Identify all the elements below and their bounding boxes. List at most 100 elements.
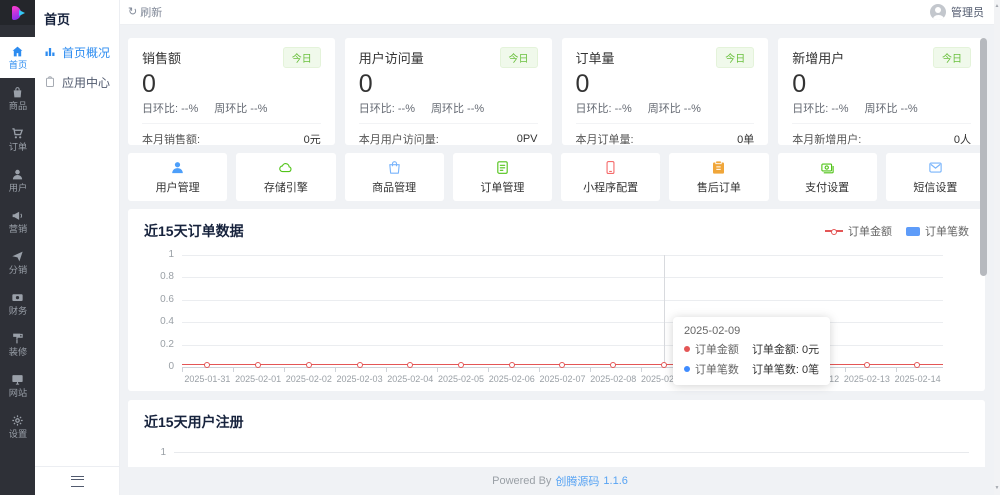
document-icon <box>495 160 510 175</box>
rail-item-finance[interactable]: 财务 <box>0 283 35 324</box>
bar-chart-icon <box>44 46 56 58</box>
footer-version: 1.1.6 <box>603 475 627 487</box>
line-series-marker-icon <box>825 230 843 232</box>
primary-nav: 首页 商品 订单 用户 营销 分销 财务 装修 <box>0 37 35 447</box>
x-tick: 2025-02-14 <box>892 374 943 384</box>
footer-link[interactable]: 创腾源码 <box>555 473 599 489</box>
stat-value: 0 <box>792 70 971 98</box>
quick-action-aftersale-orders[interactable]: 售后订单 <box>669 153 768 201</box>
content-scrollbar-thumb[interactable] <box>980 38 987 276</box>
chart-title: 近15天订单数据 <box>144 221 244 241</box>
today-badge: 今日 <box>716 47 754 68</box>
bag-icon <box>387 160 402 175</box>
x-tick: 2025-01-31 <box>182 374 233 384</box>
quick-action-order-management[interactable]: 订单管理 <box>453 153 552 201</box>
quick-action-label: 用户管理 <box>156 179 200 195</box>
goods-bag-icon <box>11 86 24 99</box>
rail-item-goods[interactable]: 商品 <box>0 78 35 119</box>
scroll-down-icon[interactable]: ▼ <box>994 486 1000 491</box>
cloud-icon <box>278 160 293 175</box>
refresh-label: 刷新 <box>140 4 162 20</box>
stat-value: 0 <box>142 70 321 98</box>
main-content: 销售额今日 0 日环比: --%周环比 --% 本月销售额:0元 用户访问量今日… <box>120 25 1000 467</box>
rail-item-decorate[interactable]: 装修 <box>0 324 35 365</box>
users-chart-card: 近15天用户注册 1 <box>128 400 985 467</box>
stat-value: 0 <box>576 70 755 98</box>
x-tick: 2025-02-06 <box>486 374 537 384</box>
collapse-menu-icon <box>71 476 84 487</box>
chart-tooltip: 2025-02-09 订单金额 订单金额: 0元 订单笔数 订单笔数: 0笔 <box>673 317 830 385</box>
window-scrollbar[interactable]: ▲ ▼ <box>994 0 1000 495</box>
quick-action-goods-management[interactable]: 商品管理 <box>345 153 444 201</box>
rail-item-orders[interactable]: 订单 <box>0 119 35 160</box>
rail-item-website[interactable]: 网站 <box>0 365 35 406</box>
quick-action-label: 支付设置 <box>805 179 849 195</box>
quick-action-miniprogram-config[interactable]: 小程序配置 <box>561 153 660 201</box>
rail-item-settings[interactable]: 设置 <box>0 406 35 447</box>
app-logo[interactable] <box>0 0 35 25</box>
bar-series-marker-icon <box>906 227 920 236</box>
legend-order-amount[interactable]: 订单金额 <box>825 223 892 239</box>
stat-title: 销售额 <box>142 48 181 67</box>
tooltip-series-value: 订单笔数: 0笔 <box>752 361 819 377</box>
x-tick: 2025-02-02 <box>283 374 334 384</box>
rail-item-distribution[interactable]: 分销 <box>0 242 35 283</box>
sidebar-collapse-button[interactable] <box>35 466 119 495</box>
stat-card-sales: 销售额今日 0 日环比: --%周环比 --% 本月销售额:0元 <box>128 38 335 145</box>
scroll-up-icon[interactable]: ▲ <box>994 4 1000 9</box>
legend-order-count[interactable]: 订单笔数 <box>906 223 969 239</box>
settings-gear-icon <box>11 414 24 427</box>
tooltip-series-name: 订单笔数 <box>695 361 739 377</box>
quick-action-label: 订单管理 <box>480 179 524 195</box>
month-label: 本月用户访问量: <box>359 131 439 146</box>
quick-action-payment-settings[interactable]: 支付设置 <box>778 153 877 201</box>
user-menu[interactable]: 管理员 <box>930 4 984 20</box>
x-tick: 2025-02-08 <box>588 374 639 384</box>
y-tick: 0.8 <box>144 271 174 282</box>
today-badge: 今日 <box>283 47 321 68</box>
secondary-sidebar: 首页 首页概况 应用中心 <box>35 0 120 495</box>
day-ratio: 日环比: --% <box>142 100 198 116</box>
rail-label: 用户 <box>8 183 26 193</box>
rail-label: 订单 <box>8 142 26 152</box>
clipboard-icon <box>711 160 726 175</box>
refresh-icon: ↻ <box>128 7 137 18</box>
series-dot-icon <box>684 366 690 372</box>
chart-title: 近15天用户注册 <box>144 412 969 432</box>
month-label: 本月订单量: <box>576 131 634 146</box>
y-tick: 1 <box>144 249 174 260</box>
rail-item-home[interactable]: 首页 <box>0 37 35 78</box>
pay-icon <box>820 160 835 175</box>
submenu-label: 应用中心 <box>62 74 110 91</box>
quick-action-label: 存储引擎 <box>264 179 308 195</box>
rail-item-marketing[interactable]: 营销 <box>0 201 35 242</box>
series-dot-icon <box>684 346 690 352</box>
user-icon <box>170 160 185 175</box>
avatar <box>930 4 946 20</box>
submenu-item-overview[interactable]: 首页概况 <box>35 37 119 67</box>
today-badge: 今日 <box>933 47 971 68</box>
x-tick: 2025-02-13 <box>842 374 893 384</box>
today-badge: 今日 <box>500 47 538 68</box>
rail-item-users[interactable]: 用户 <box>0 160 35 201</box>
username: 管理员 <box>951 4 984 20</box>
rail-label: 首页 <box>8 60 26 70</box>
stat-title: 新增用户 <box>792 48 844 67</box>
quick-action-storage-engine[interactable]: 存储引擎 <box>236 153 335 201</box>
day-ratio: 日环比: --% <box>576 100 632 116</box>
refresh-button[interactable]: ↻ 刷新 <box>128 4 162 20</box>
submenu-item-appcenter[interactable]: 应用中心 <box>35 67 119 97</box>
quick-action-user-management[interactable]: 用户管理 <box>128 153 227 201</box>
rail-label: 装修 <box>8 347 26 357</box>
rail-label: 营销 <box>8 224 26 234</box>
legend-label: 订单笔数 <box>925 223 969 239</box>
stat-title: 订单量 <box>576 48 615 67</box>
home-icon <box>11 45 24 58</box>
quick-action-sms-settings[interactable]: 短信设置 <box>886 153 985 201</box>
quick-action-label: 小程序配置 <box>583 179 638 195</box>
month-label: 本月销售额: <box>142 131 200 146</box>
stat-card-orders: 订单量今日 0 日环比: --%周环比 --% 本月订单量:0单 <box>562 38 769 145</box>
tooltip-series-value: 订单金额: 0元 <box>752 341 819 357</box>
stat-title: 用户访问量 <box>359 48 424 67</box>
y-tick: 0.2 <box>144 339 174 350</box>
